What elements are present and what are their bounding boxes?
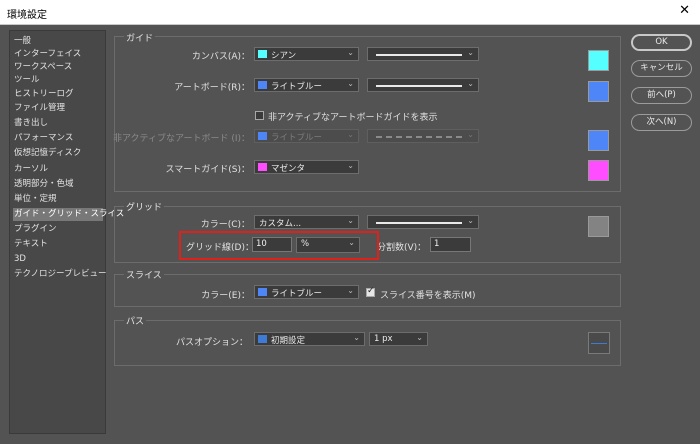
color-swatch: [258, 288, 267, 296]
solid-line-preview: [376, 54, 462, 56]
chevron-down-icon: ⌄: [416, 333, 423, 342]
chevron-down-icon: ⌄: [347, 216, 354, 225]
grid-group-title: グリッド: [124, 200, 165, 213]
canvas-color-select[interactable]: シアン ⌄: [254, 47, 359, 61]
chevron-down-icon: ⌄: [467, 48, 474, 57]
subdivisions-input[interactable]: 1: [430, 237, 471, 252]
slice-color-label: カラー(E)：: [201, 291, 250, 301]
sidebar-item-transparency-gamut[interactable]: 透明部分・色域: [13, 178, 103, 191]
chevron-down-icon: ⌄: [467, 130, 474, 139]
sidebar-item-general[interactable]: 一般: [13, 35, 103, 48]
sidebar-item-export[interactable]: 書き出し: [13, 117, 103, 130]
show-slice-numbers-checkbox[interactable]: [366, 286, 375, 297]
slice-group-title: スライス: [124, 268, 164, 281]
close-icon[interactable]: ✕: [679, 3, 690, 18]
category-list[interactable]: 一般 インターフェイス ワークスペース ツール ヒストリーログ ファイル管理 書…: [9, 30, 124, 434]
path-preset-value: 初期設定: [271, 336, 306, 346]
grid-color-value: カスタム...: [259, 219, 302, 229]
chevron-down-icon: ⌄: [347, 286, 354, 295]
sidebar-item-interface[interactable]: インターフェイス: [13, 48, 103, 61]
path-options-label: パスオプション：: [175, 338, 248, 348]
solid-line-preview: [376, 85, 462, 87]
color-swatch: [258, 132, 267, 140]
dashed-line-preview: [376, 136, 462, 138]
inactive-artboard-guides-checkbox[interactable]: [255, 111, 264, 120]
inactive-artboard-guides-label: 非アクティブなアートボードガイドを表示: [268, 113, 438, 123]
chevron-down-icon: ⌄: [347, 48, 354, 57]
inactive-artboard-label: 非アクティブなアートボード (I)：: [112, 134, 250, 144]
smart-guide-color-select[interactable]: マゼンタ ⌄: [254, 160, 359, 174]
sidebar-item-performance[interactable]: パフォーマンス: [13, 132, 103, 145]
sidebar-item-technology-previews[interactable]: テクノロジープレビュー: [13, 268, 106, 281]
inactive-artboard-color-value: ライトブルー: [271, 133, 323, 143]
path-width-value: 1 px: [374, 334, 393, 344]
solid-line-preview: [376, 222, 462, 224]
guide-group-title: ガイド: [124, 31, 156, 44]
color-swatch: [258, 81, 267, 89]
chevron-down-icon: ⌄: [347, 161, 354, 170]
color-swatch: [258, 50, 267, 58]
path-group-title: パス: [124, 314, 147, 327]
chevron-down-icon: ⌄: [347, 79, 354, 88]
sidebar-item-scratch-disks[interactable]: 仮想記憶ディスク: [13, 147, 103, 160]
color-swatch: [258, 163, 267, 171]
path-width-select[interactable]: 1 px ⌄: [369, 332, 428, 346]
sidebar-item-type[interactable]: テキスト: [13, 238, 103, 251]
chevron-down-icon: ⌄: [347, 130, 354, 139]
color-swatch: [258, 335, 267, 343]
inactive-artboard-color-select: ライトブルー ⌄: [254, 129, 359, 143]
window-title: 環境設定: [7, 10, 47, 21]
ok-button[interactable]: OK: [631, 34, 692, 51]
chevron-down-icon: ⌄: [353, 333, 360, 342]
slice-color-select[interactable]: ライトブルー ⌄: [254, 285, 359, 299]
title-bar: 環境設定 ✕: [0, 0, 700, 25]
sidebar-item-guides-grid-slices[interactable]: ガイド・グリッド・スライス: [13, 208, 124, 221]
show-slice-numbers-label: スライス番号を表示(M): [380, 291, 476, 301]
artboard-color-swatch[interactable]: [588, 81, 609, 102]
sidebar-item-file-handling[interactable]: ファイル管理: [13, 102, 103, 115]
artboard-color-value: ライトブルー: [271, 82, 323, 92]
canvas-style-select[interactable]: ⌄: [367, 47, 479, 61]
chevron-down-icon: ⌄: [467, 216, 474, 225]
grid-style-select[interactable]: ⌄: [367, 215, 479, 229]
cancel-button[interactable]: キャンセル: [631, 60, 692, 77]
artboard-style-select[interactable]: ⌄: [367, 78, 479, 92]
previous-button[interactable]: 前へ(P): [631, 87, 692, 104]
sidebar-item-plugins[interactable]: プラグイン: [13, 223, 103, 236]
grid-color-label: カラー(C)：: [200, 220, 250, 230]
canvas-label: カンバス(A)：: [191, 52, 250, 62]
subdivisions-label: 分割数(V)：: [377, 243, 427, 253]
artboard-color-select[interactable]: ライトブルー ⌄: [254, 78, 359, 92]
highlight-annotation: [179, 231, 379, 260]
smart-guide-color-swatch[interactable]: [588, 160, 609, 181]
sidebar-item-units-rulers[interactable]: 単位・定規: [13, 193, 103, 206]
grid-color-select[interactable]: カスタム... ⌄: [254, 215, 359, 229]
chevron-down-icon: ⌄: [467, 79, 474, 88]
inactive-artboard-style-select: ⌄: [367, 129, 479, 143]
sidebar-item-tools[interactable]: ツール: [13, 74, 103, 87]
sidebar-item-workspace[interactable]: ワークスペース: [13, 61, 103, 74]
smart-guide-label: スマートガイド(S)：: [165, 165, 250, 175]
path-preset-select[interactable]: 初期設定 ⌄: [254, 332, 365, 346]
artboard-label: アートボード(R)：: [174, 83, 250, 93]
canvas-color-swatch[interactable]: [588, 50, 609, 71]
sidebar-item-cursors[interactable]: カーソル: [13, 163, 103, 176]
next-button[interactable]: 次へ(N): [631, 114, 692, 131]
sidebar-item-history-log[interactable]: ヒストリーログ: [13, 88, 103, 101]
path-preview-swatch: [588, 332, 610, 354]
inactive-artboard-color-swatch: [588, 130, 609, 151]
sidebar-item-3d[interactable]: 3D: [13, 253, 103, 266]
smart-guide-color-value: マゼンタ: [271, 164, 306, 174]
slice-color-value: ライトブルー: [271, 289, 323, 299]
canvas-color-value: シアン: [271, 51, 297, 61]
grid-color-swatch[interactable]: [588, 216, 609, 237]
